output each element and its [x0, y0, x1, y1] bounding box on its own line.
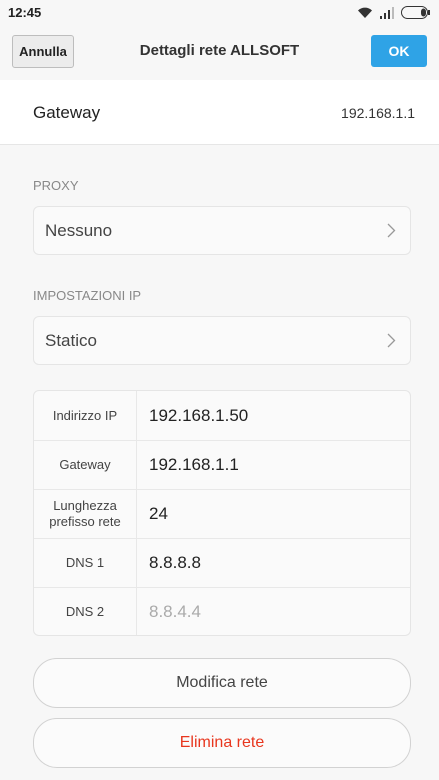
gateway-input[interactable]: 192.168.1.1 [149, 455, 239, 475]
dns1-label: DNS 1 [34, 538, 137, 587]
ip-settings-value: Statico [45, 331, 97, 350]
dns2-input[interactable]: 8.8.4.4 [149, 602, 201, 622]
ip-fields-table: Indirizzo IP 192.168.1.50 Gateway 192.16… [33, 390, 411, 636]
dns2-label: DNS 2 [34, 587, 137, 635]
chevron-right-icon [387, 223, 396, 238]
proxy-select[interactable]: Nessuno [33, 206, 411, 255]
dns1-row: DNS 1 8.8.8.8 [34, 538, 410, 588]
wifi-icon [358, 7, 372, 19]
ip-address-label: Indirizzo IP [34, 391, 137, 440]
prefix-length-row: Lunghezza prefisso rete 24 [34, 489, 410, 539]
gateway-row: Gateway 192.168.1.1 [0, 80, 439, 145]
ip-settings-select[interactable]: Statico [33, 316, 411, 365]
proxy-value: Nessuno [45, 221, 113, 240]
delete-network-button[interactable]: Elimina rete [33, 718, 411, 768]
gateway-value: 192.168.1.1 [341, 105, 415, 121]
status-time: 12:45 [8, 5, 42, 20]
gateway-label: Gateway [33, 103, 101, 122]
prefix-length-label: Lunghezza prefisso rete [34, 489, 137, 538]
ip-settings-section-label: IMPOSTAZIONI IP [33, 288, 142, 303]
prefix-length-input[interactable]: 24 [149, 504, 168, 524]
gateway-field-label: Gateway [34, 440, 137, 489]
dns1-input[interactable]: 8.8.8.8 [149, 553, 201, 573]
status-bar: 12:45 [0, 0, 439, 26]
chevron-right-icon [387, 333, 396, 348]
ok-button[interactable]: OK [371, 35, 427, 67]
battery-icon [401, 6, 430, 19]
dns2-row: DNS 2 8.8.4.4 [34, 587, 410, 635]
status-icons [357, 6, 431, 19]
header: Annulla Dettagli rete ALLSOFT OK [0, 26, 439, 78]
modify-network-button[interactable]: Modifica rete [33, 658, 411, 708]
signal-icon [380, 6, 394, 19]
proxy-section-label: PROXY [33, 178, 79, 193]
ip-address-row: Indirizzo IP 192.168.1.50 [34, 391, 410, 441]
gateway-field-row: Gateway 192.168.1.1 [34, 440, 410, 490]
ip-address-input[interactable]: 192.168.1.50 [149, 406, 248, 426]
